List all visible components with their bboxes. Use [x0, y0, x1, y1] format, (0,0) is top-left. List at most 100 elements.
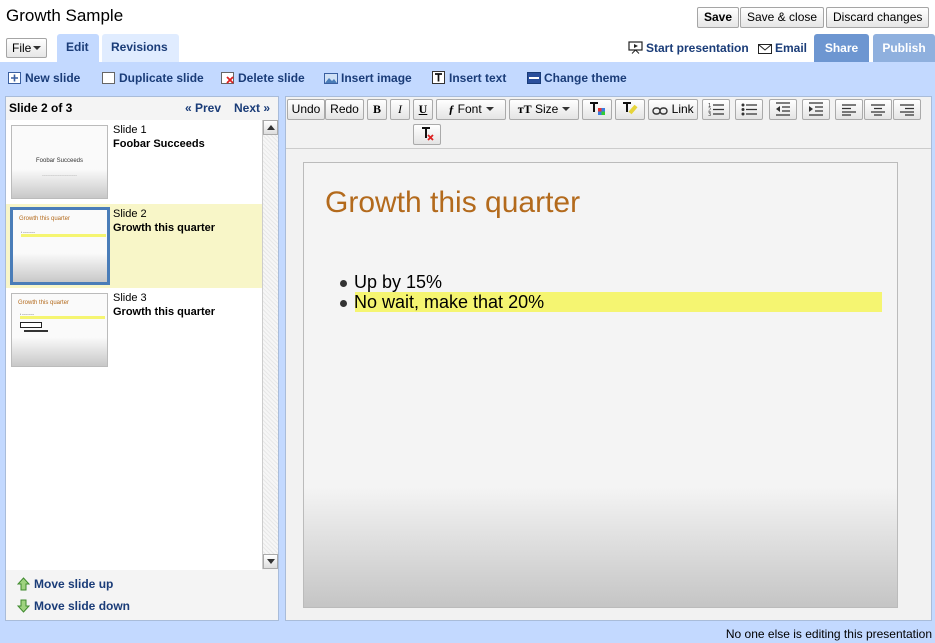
font-size-icon: ᴛT	[517, 102, 532, 116]
title-bar: Growth Sample Save Save & close Discard …	[0, 0, 935, 34]
change-theme-button[interactable]: Change theme	[527, 71, 627, 85]
thumbnail-textbox	[20, 322, 42, 328]
outdent-icon	[775, 102, 791, 116]
font-dropdown[interactable]: ƒ Font	[436, 99, 506, 120]
tab-revisions[interactable]: Revisions	[102, 34, 179, 62]
slide-thumbnail[interactable]: Growth this quarter • ~~~~~~~	[11, 293, 108, 367]
slide-number: Slide 2	[113, 208, 147, 220]
scroll-up-arrow-icon[interactable]	[263, 120, 278, 135]
slide-list: Foobar Succeeds ~~~~~~~~~~~~~~~~~~~~ Sli…	[6, 120, 262, 570]
link-icon	[652, 102, 669, 116]
slide-thumbnail[interactable]: Growth this quarter • ~~~~~~~	[10, 207, 110, 285]
slide-name: Foobar Succeeds	[113, 138, 205, 150]
move-slide-down-label: Move slide down	[34, 599, 131, 613]
italic-button[interactable]: I	[390, 99, 410, 120]
slide-list-item-2[interactable]: Growth this quarter • ~~~~~~~ Slide 2 Gr…	[6, 204, 262, 288]
move-slide-down-button[interactable]: Move slide down	[16, 599, 131, 613]
slide-canvas[interactable]: Growth this quarter Up by 15% No wait, m…	[303, 162, 898, 608]
share-button[interactable]: Share	[814, 34, 869, 62]
email-link[interactable]: Email	[758, 41, 807, 57]
size-label: Size	[534, 102, 559, 116]
insert-text-label: Insert text	[449, 71, 507, 85]
delete-slide-label: Delete slide	[238, 71, 305, 85]
slide-name: Growth this quarter	[113, 306, 216, 318]
slide-title-text[interactable]: Growth this quarter	[325, 186, 580, 220]
scroll-down-arrow-icon[interactable]	[263, 554, 278, 569]
indent-icon	[808, 102, 824, 116]
underline-button[interactable]: U	[413, 99, 433, 120]
size-dropdown[interactable]: ᴛT Size	[509, 99, 579, 120]
arrow-down-icon	[16, 599, 31, 613]
align-right-button[interactable]	[893, 99, 921, 120]
svg-text:3: 3	[708, 112, 711, 116]
highlight-color-button[interactable]	[615, 99, 645, 120]
bullet-list-button[interactable]	[735, 99, 763, 120]
file-menu-label: File	[12, 41, 32, 55]
start-presentation-link[interactable]: Start presentation	[628, 41, 749, 57]
slide-bullet-2[interactable]: No wait, make that 20%	[339, 292, 544, 313]
link-button[interactable]: Link	[648, 99, 698, 120]
insert-image-button[interactable]: Insert image	[324, 71, 412, 85]
slide-number: Slide 1	[113, 124, 147, 136]
arrow-up-icon	[16, 577, 31, 591]
text-color-button[interactable]	[582, 99, 612, 120]
duplicate-slide-button[interactable]: Duplicate slide	[102, 71, 204, 85]
thumbnail-title: Foobar Succeeds	[35, 158, 84, 164]
numbered-list-button[interactable]: 123	[702, 99, 730, 120]
undo-button[interactable]: Undo	[287, 99, 325, 120]
chevron-down-icon	[562, 107, 571, 111]
discard-changes-button[interactable]: Discard changes	[826, 7, 930, 28]
align-right-icon	[899, 102, 915, 116]
new-slide-label: New slide	[25, 71, 81, 85]
align-center-button[interactable]	[864, 99, 892, 120]
slide-list-item-1[interactable]: Foobar Succeeds ~~~~~~~~~~~~~~~~~~~~ Sli…	[6, 120, 262, 204]
next-slide-link[interactable]: Next »	[234, 101, 270, 115]
new-slide-button[interactable]: New slide	[8, 71, 80, 85]
move-slide-up-button[interactable]: Move slide up	[16, 577, 113, 591]
chevron-down-icon	[33, 46, 41, 50]
slide-thumbnail[interactable]: Foobar Succeeds ~~~~~~~~~~~~~~~~~~~~	[11, 125, 108, 199]
redo-button[interactable]: Redo	[325, 99, 364, 120]
thumbnail-highlight	[21, 234, 106, 237]
thumbnail-title: Growth this quarter	[18, 300, 70, 306]
increase-indent-button[interactable]	[802, 99, 830, 120]
text-box-icon	[432, 71, 445, 84]
document-title[interactable]: Growth Sample	[6, 6, 123, 26]
clear-formatting-button[interactable]	[413, 124, 441, 145]
highlight-icon	[621, 102, 639, 116]
tab-row: File Edit Revisions Start presentation E…	[0, 34, 935, 62]
format-toolbar: Undo Redo B I U ƒ Font ᴛT Size Link 123	[286, 97, 931, 149]
bold-button[interactable]: B	[367, 99, 387, 120]
action-bar: New slide Duplicate slide Delete slide I…	[0, 62, 935, 94]
delete-slide-icon	[221, 72, 234, 84]
slide-name: Growth this quarter	[113, 222, 216, 234]
align-left-button[interactable]	[835, 99, 863, 120]
theme-icon	[527, 72, 541, 84]
tab-edit[interactable]: Edit	[57, 34, 99, 62]
envelope-icon	[758, 43, 772, 57]
slide-bullet-1[interactable]: Up by 15%	[339, 272, 442, 293]
save-close-button[interactable]: Save & close	[740, 7, 825, 28]
align-center-icon	[870, 102, 886, 116]
insert-text-button[interactable]: Insert text	[432, 71, 506, 85]
image-icon	[324, 73, 338, 85]
new-slide-icon	[8, 72, 21, 84]
presentation-icon	[628, 41, 643, 57]
save-button[interactable]: Save	[697, 7, 740, 28]
thumbnail-subtitle: ~~~~~~~~~~~~~~~~~~~~	[41, 173, 78, 177]
thumbnail-highlight	[20, 316, 105, 319]
slide-number: Slide 3	[113, 292, 147, 304]
file-menu-button[interactable]: File	[6, 38, 47, 58]
chevron-down-icon	[485, 107, 494, 111]
slide-list-item-3[interactable]: Growth this quarter • ~~~~~~~ Slide 3 Gr…	[6, 288, 262, 372]
slide-list-scrollbar[interactable]	[262, 120, 278, 569]
decrease-indent-button[interactable]	[769, 99, 797, 120]
publish-button[interactable]: Publish	[873, 34, 935, 62]
email-label: Email	[775, 41, 808, 55]
thumbnail-title: Growth this quarter	[19, 216, 71, 222]
thumbnail-arrow	[24, 330, 48, 332]
change-theme-label: Change theme	[544, 71, 627, 85]
delete-slide-button[interactable]: Delete slide	[221, 71, 305, 85]
prev-slide-link[interactable]: « Prev	[185, 101, 221, 115]
start-presentation-label: Start presentation	[646, 41, 749, 55]
